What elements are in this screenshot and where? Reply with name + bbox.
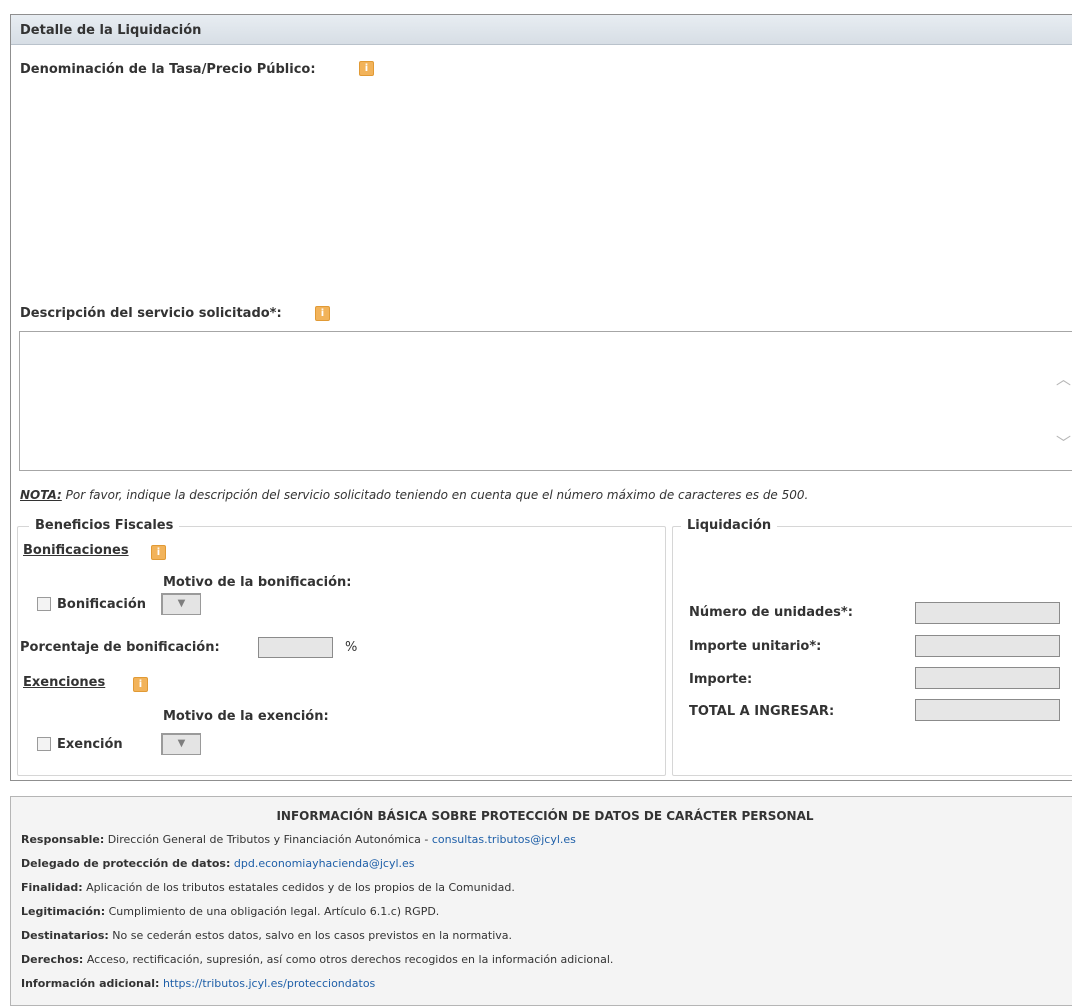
nota-text: NOTA: Por favor, indique la descripción … [20,488,808,502]
importe-unitario-input[interactable] [915,635,1060,657]
bonificacion-checkbox-label: Bonificación [57,597,147,612]
info-line-informacion-adicional: Información adicional: https://tributos.… [21,977,375,990]
info-line-text: No se cederán estos datos, salvo en los … [108,929,513,942]
porcentaje-unit: % [345,640,358,655]
exencion-checkbox[interactable] [37,737,51,751]
porcentaje-label: Porcentaje de bonificación: [20,640,220,655]
email-link[interactable]: dpd.economiayhacienda@jcyl.es [234,857,415,870]
email-link[interactable]: consultas.tributos@jcyl.es [432,833,576,846]
total-label: TOTAL A INGRESAR: [689,704,835,719]
info-line-label: Destinatarios: [21,929,109,942]
descripcion-textarea[interactable]: ︿ ﹀ [19,331,1072,471]
info-line-legitimacion: Legitimación: Cumplimiento de una obliga… [21,905,439,918]
numero-unidades-input[interactable] [915,602,1060,624]
info-icon[interactable]: i [315,306,330,321]
chevron-down-icon: ▼ [177,738,186,749]
info-line-label: Información adicional: [21,977,160,990]
porcentaje-input[interactable] [258,637,333,658]
info-line-responsable: Responsable: Dirección General de Tribut… [21,833,576,846]
importe-input [915,667,1060,689]
motivo-bonificacion-label: Motivo de la bonificación: [163,575,352,590]
info-line-label: Derechos: [21,953,84,966]
motivo-exencion-select[interactable]: ▼ [161,733,201,755]
bonificacion-checkbox[interactable] [37,597,51,611]
chevron-down-icon[interactable]: ﹀ [1056,432,1071,453]
nota-label: NOTA: [20,488,62,502]
info-line-text: Acceso, rectificación, supresión, así co… [83,953,614,966]
proteccion-title: INFORMACIÓN BÁSICA SOBRE PROTECCIÓN DE D… [276,809,814,823]
total-input [915,699,1060,721]
panel-header: Detalle de la Liquidación [11,15,1072,45]
info-line-finalidad: Finalidad: Aplicación de los tributos es… [21,881,515,894]
info-line-label: Legitimación: [21,905,106,918]
info-line-label: Finalidad: [21,881,83,894]
info-line-destinatarios: Destinatarios: No se cederán estos datos… [21,929,512,942]
info-icon[interactable]: i [359,61,374,76]
liquidacion-legend: Liquidación [681,518,778,533]
info-line-text: Cumplimiento de una obligación legal. Ar… [105,905,440,918]
proteccion-datos-box: INFORMACIÓN BÁSICA SOBRE PROTECCIÓN DE D… [10,796,1072,1006]
info-line-text: Dirección General de Tributos y Financia… [104,833,432,846]
chevron-up-icon[interactable]: ︿ [1056,368,1071,389]
numero-unidades-label: Número de unidades*: [689,605,853,620]
info-line-label: Responsable: [21,833,105,846]
info-icon[interactable]: i [151,545,166,560]
info-line-text: Aplicación de los tributos estatales ced… [82,881,515,894]
info-line-label: Delegado de protección de datos: [21,857,231,870]
importe-label: Importe: [689,672,753,687]
nota-body: Por favor, indique la descripción del se… [61,488,809,502]
bonificaciones-label: Bonificaciones [23,543,129,558]
descripcion-label: Descripción del servicio solicitado*: [20,306,282,321]
importe-unitario-label: Importe unitario*: [689,639,822,654]
liquidacion-detail-panel: Detalle de la Liquidación Denominación d… [10,14,1072,781]
exenciones-label: Exenciones [23,675,106,690]
beneficios-legend: Beneficios Fiscales [29,518,180,533]
info-line-derechos: Derechos: Acceso, rectificación, supresi… [21,953,613,966]
panel-title: Detalle de la Liquidación [20,23,202,38]
motivo-bonificacion-select[interactable]: ▼ [161,593,201,615]
info-adicional-link[interactable]: https://tributos.jcyl.es/protecciondatos [163,977,375,990]
info-line-delegado: Delegado de protección de datos: dpd.eco… [21,857,415,870]
info-icon[interactable]: i [133,677,148,692]
chevron-down-icon: ▼ [177,598,186,609]
exencion-checkbox-label: Exención [57,737,123,752]
denominacion-label: Denominación de la Tasa/Precio Público: [20,62,316,77]
motivo-exencion-label: Motivo de la exención: [163,709,329,724]
